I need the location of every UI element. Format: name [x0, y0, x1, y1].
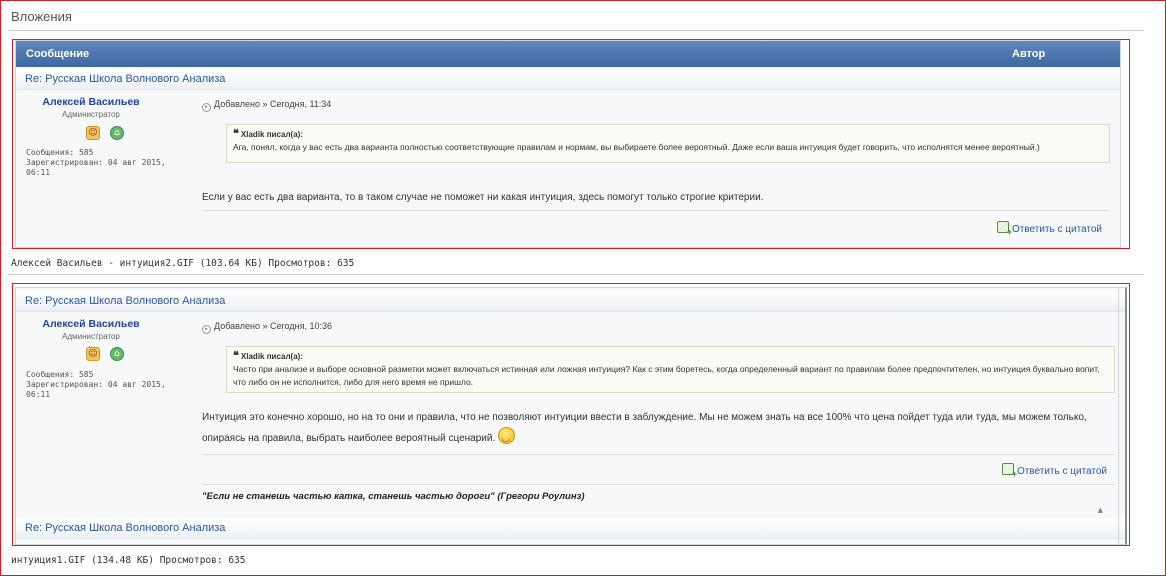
quote-author-text: Xladik писал(а): [240, 130, 303, 139]
post-signature: "Если не станешь частью катка, станешь ч… [202, 491, 585, 502]
quote-icon: ❝ [233, 128, 239, 140]
quote-block: ❝ Xladik писал(а): Ага, понял, когда у ва… [226, 124, 1110, 163]
author-meta: Сообщения: 585 Зарегистрирован: 04 авг 2… [26, 370, 193, 400]
table-header: Сообщение Автор [16, 41, 1120, 67]
quote-author: ❝ Xladik писал(а): [233, 128, 1103, 141]
post-date: ▸ Добавлено » Сегодня, 11:34 [202, 99, 331, 112]
reply-label: Ответить с цитатой [1011, 224, 1102, 235]
author-posts-count: Сообщения: 585 [26, 148, 94, 157]
author-meta: Сообщения: 585 Зарегистрирован: 04 авг 2… [26, 148, 193, 178]
post-title-bar: Re: Русская Школа Волнового Анализа [16, 291, 1125, 312]
quote-icon: ❝ [233, 350, 239, 362]
post-text-content: Интуиция это конечно хорошо, но на то он… [202, 412, 1087, 444]
post-text: Если у вас есть два варианта, то в таком… [202, 192, 764, 203]
scroll-up-icon[interactable]: ▲ [1098, 506, 1103, 514]
post-link-icon[interactable]: ▸ [202, 103, 211, 112]
post-date: ▸ Добавлено » Сегодня, 10:36 [202, 321, 332, 334]
quote-author-text: Xladik писал(а): [240, 352, 303, 361]
post-separator [202, 210, 1110, 211]
attachment-caption-1[interactable]: Алексей Васильев - интуиция2.GIF (103.64… [11, 258, 354, 269]
post-date-text: Добавлено » Сегодня, 11:34 [214, 99, 332, 109]
signature-separator [202, 484, 1115, 485]
forum-screenshot: Сообщение Автор Re: Русская Школа Волнов… [15, 40, 1121, 248]
author-registered: Зарегистрирован: 04 авг 2015, 06:11 [26, 380, 166, 399]
post-title-link[interactable]: Re: Русская Школа Волнового Анализа [25, 295, 225, 307]
header-author: Автор [1012, 48, 1046, 60]
quote-text: Часто при анализе и выборе основной разм… [233, 364, 1100, 387]
attachment-caption-2[interactable]: интуиция1.GIF (134.48 КБ) Просмотров: 63… [11, 555, 246, 566]
website-icon[interactable]: ⌂ [110, 347, 124, 361]
attachment-image-1[interactable]: Сообщение Автор Re: Русская Школа Волнов… [12, 39, 1130, 249]
author-posts-count: Сообщения: 585 [26, 370, 94, 379]
quote-block: ❝ Xladik писал(а): Часто при анализе и вы… [226, 346, 1115, 393]
reply-with-quote-button[interactable]: Ответить с цитатой [996, 221, 1102, 237]
next-post-title-bar: Re: Русская Школа Волнового Анализа [16, 518, 1125, 539]
post-link-icon[interactable]: ▸ [202, 325, 211, 334]
post-title-link[interactable]: Re: Русская Школа Волнового Анализа [25, 73, 225, 85]
author-column: Алексей Васильев Администратор ☺ ⌂ Сообщ… [16, 312, 193, 544]
quote-text: Ага, понял, когда у вас есть два вариант… [233, 142, 1040, 152]
reply-with-quote-button[interactable]: Ответить с цитатой [1001, 463, 1107, 479]
quote-author: ❝ Xladik писал(а): [233, 350, 1108, 363]
author-role: Администратор [62, 110, 120, 119]
forum-screenshot: Re: Русская Школа Волнового Анализа Алек… [15, 287, 1127, 545]
profile-icon[interactable]: ☺ [86, 126, 100, 140]
post-date-text: Добавлено » Сегодня, 10:36 [214, 321, 332, 331]
section-title: Вложения [11, 9, 72, 24]
website-icon[interactable]: ⌂ [110, 126, 124, 140]
author-registered: Зарегистрирован: 04 авг 2015, 06:11 [26, 158, 166, 177]
post-body: ▸ Добавлено » Сегодня, 11:34 ❝ Xladik писа… [202, 90, 1110, 247]
quote-reply-icon [996, 221, 1012, 237]
profile-icon[interactable]: ☺ [86, 347, 100, 361]
post-text: Интуиция это конечно хорошо, но на то он… [202, 408, 1115, 448]
post-separator [202, 454, 1115, 455]
post-title-bar: Re: Русская Школа Волнового Анализа [16, 69, 1120, 90]
title-divider [8, 30, 1144, 31]
header-message: Сообщение [26, 48, 90, 60]
next-post-title-link[interactable]: Re: Русская Школа Волнового Анализа [25, 522, 225, 534]
author-name[interactable]: Алексей Васильев [16, 96, 166, 108]
attachment-image-2[interactable]: Re: Русская Школа Волнового Анализа Алек… [12, 283, 1130, 546]
caption-divider [8, 274, 1144, 275]
smile-icon [498, 427, 516, 448]
reply-label: Ответить с цитатой [1016, 466, 1107, 477]
quote-reply-icon [1001, 463, 1017, 479]
post-body: ▸ Добавлено » Сегодня, 10:36 ❝ Xladik писа… [202, 312, 1115, 544]
author-column: Алексей Васильев Администратор ☺ ⌂ Сообщ… [16, 90, 193, 247]
author-name[interactable]: Алексей Васильев [16, 318, 166, 330]
author-role: Администратор [62, 332, 120, 341]
